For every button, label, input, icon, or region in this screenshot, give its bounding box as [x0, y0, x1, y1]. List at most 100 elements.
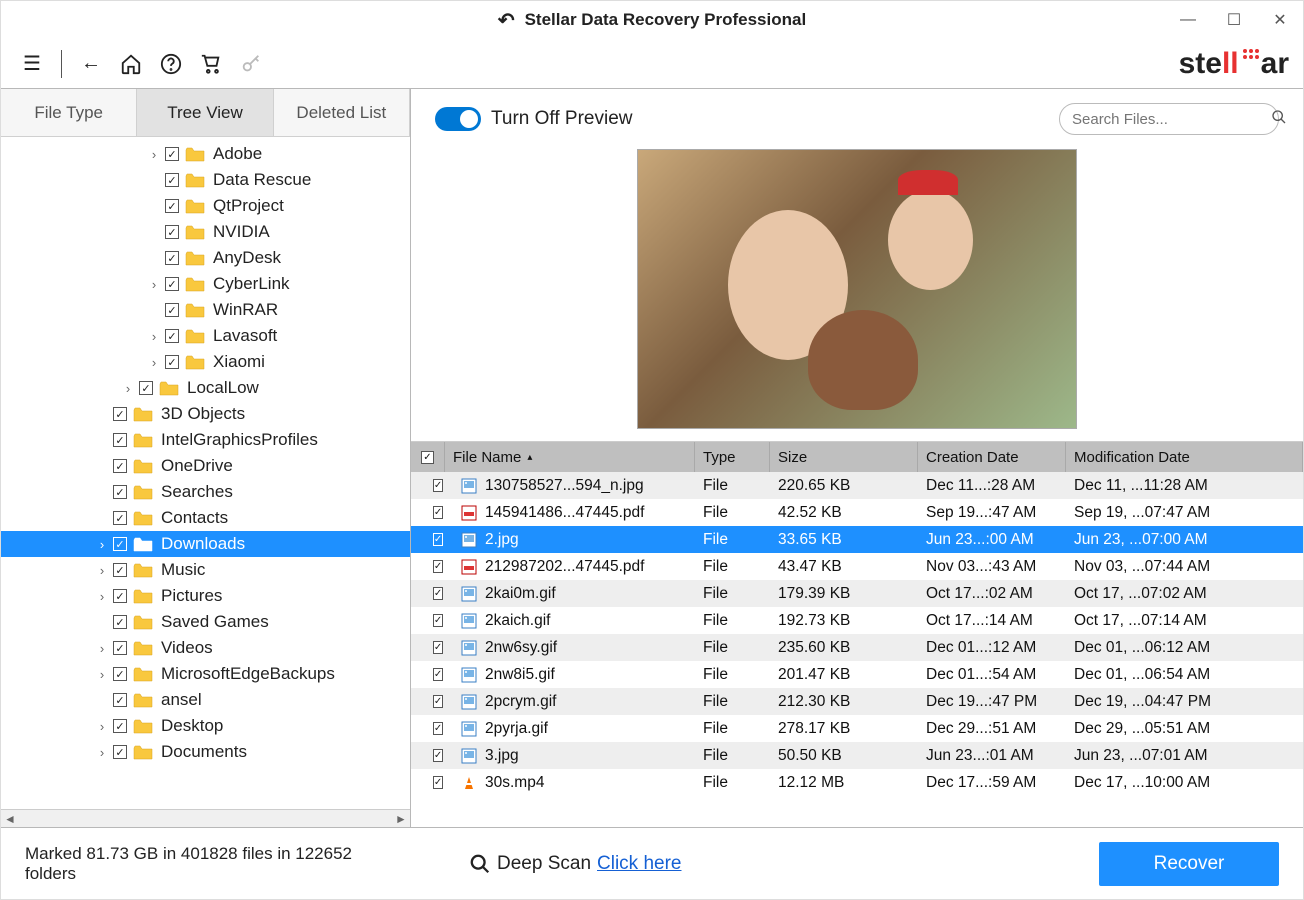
undo-icon[interactable]: ↶: [498, 8, 515, 33]
file-checkbox[interactable]: ✓: [433, 479, 443, 492]
file-row[interactable]: ✓2kaich.gifFile192.73 KBOct 17...:14 AMO…: [411, 607, 1303, 634]
horizontal-scrollbar[interactable]: ◄►: [1, 809, 410, 827]
tree-checkbox[interactable]: ✓: [139, 381, 153, 395]
tree-item[interactable]: ›✓MicrosoftEdgeBackups: [1, 661, 410, 687]
col-size[interactable]: Size: [770, 442, 918, 472]
chevron-right-icon[interactable]: ›: [95, 667, 109, 682]
tree-checkbox[interactable]: ✓: [113, 693, 127, 707]
tab-deleted-list[interactable]: Deleted List: [274, 89, 410, 136]
file-checkbox[interactable]: ✓: [433, 668, 443, 681]
file-row[interactable]: ✓145941486...47445.pdfFile42.52 KBSep 19…: [411, 499, 1303, 526]
file-row[interactable]: ✓2nw6sy.gifFile235.60 KBDec 01...:12 AMD…: [411, 634, 1303, 661]
file-row[interactable]: ✓2.jpgFile33.65 KBJun 23...:00 AMJun 23,…: [411, 526, 1303, 553]
tree-item[interactable]: ›✓Desktop: [1, 713, 410, 739]
chevron-right-icon[interactable]: ›: [95, 745, 109, 760]
tree-item[interactable]: ›✓Adobe: [1, 141, 410, 167]
tree-checkbox[interactable]: ✓: [113, 667, 127, 681]
tree-checkbox[interactable]: ✓: [113, 433, 127, 447]
chevron-right-icon[interactable]: ›: [95, 537, 109, 552]
tree-checkbox[interactable]: ✓: [113, 563, 127, 577]
tree-checkbox[interactable]: ✓: [113, 511, 127, 525]
key-button[interactable]: [234, 47, 268, 81]
file-row[interactable]: ✓2pcrym.gifFile212.30 KBDec 19...:47 PMD…: [411, 688, 1303, 715]
tree-checkbox[interactable]: ✓: [113, 589, 127, 603]
file-row[interactable]: ✓30s.mp4File12.12 MBDec 17...:59 AMDec 1…: [411, 769, 1303, 796]
select-all-checkbox[interactable]: ✓: [421, 451, 434, 464]
close-button[interactable]: ✕: [1257, 1, 1303, 39]
tree-item[interactable]: ✓Contacts: [1, 505, 410, 531]
file-checkbox[interactable]: ✓: [433, 722, 443, 735]
chevron-right-icon[interactable]: ›: [147, 329, 161, 344]
col-mdate[interactable]: Modification Date: [1066, 442, 1303, 472]
chevron-right-icon[interactable]: ›: [121, 381, 135, 396]
file-checkbox[interactable]: ✓: [433, 560, 443, 573]
back-button[interactable]: ←: [74, 47, 108, 81]
tree-checkbox[interactable]: ✓: [165, 251, 179, 265]
cart-button[interactable]: [194, 47, 228, 81]
file-checkbox[interactable]: ✓: [433, 533, 443, 546]
tree-item[interactable]: ✓ansel: [1, 687, 410, 713]
folder-tree[interactable]: ›✓Adobe✓Data Rescue✓QtProject✓NVIDIA✓Any…: [1, 137, 410, 809]
tree-item[interactable]: ✓3D Objects: [1, 401, 410, 427]
tree-item[interactable]: ›✓Xiaomi: [1, 349, 410, 375]
tree-item[interactable]: ✓Saved Games: [1, 609, 410, 635]
tree-item[interactable]: ✓AnyDesk: [1, 245, 410, 271]
tree-item[interactable]: ✓Data Rescue: [1, 167, 410, 193]
tree-checkbox[interactable]: ✓: [165, 225, 179, 239]
tree-checkbox[interactable]: ✓: [113, 459, 127, 473]
tree-checkbox[interactable]: ✓: [165, 303, 179, 317]
file-row[interactable]: ✓212987202...47445.pdfFile43.47 KBNov 03…: [411, 553, 1303, 580]
preview-toggle[interactable]: [435, 107, 481, 131]
chevron-right-icon[interactable]: ›: [95, 641, 109, 656]
file-checkbox[interactable]: ✓: [433, 749, 443, 762]
tree-item[interactable]: ›✓Downloads: [1, 531, 410, 557]
home-button[interactable]: [114, 47, 148, 81]
tree-checkbox[interactable]: ✓: [113, 615, 127, 629]
tree-checkbox[interactable]: ✓: [165, 329, 179, 343]
tree-item[interactable]: ✓Searches: [1, 479, 410, 505]
tree-checkbox[interactable]: ✓: [165, 173, 179, 187]
tree-checkbox[interactable]: ✓: [165, 199, 179, 213]
tree-item[interactable]: ✓NVIDIA: [1, 219, 410, 245]
file-list[interactable]: ✓ File Name▴ Type Size Creation Date Mod…: [411, 441, 1303, 827]
file-checkbox[interactable]: ✓: [433, 695, 443, 708]
tree-item[interactable]: ›✓Videos: [1, 635, 410, 661]
tree-checkbox[interactable]: ✓: [113, 537, 127, 551]
tree-checkbox[interactable]: ✓: [113, 407, 127, 421]
tree-item[interactable]: ›✓Lavasoft: [1, 323, 410, 349]
chevron-right-icon[interactable]: ›: [147, 355, 161, 370]
tree-item[interactable]: ✓QtProject: [1, 193, 410, 219]
tree-item[interactable]: ›✓LocalLow: [1, 375, 410, 401]
chevron-right-icon[interactable]: ›: [147, 277, 161, 292]
tree-checkbox[interactable]: ✓: [113, 745, 127, 759]
menu-button[interactable]: ☰: [15, 47, 49, 81]
file-checkbox[interactable]: ✓: [433, 587, 443, 600]
tree-item[interactable]: ›✓Music: [1, 557, 410, 583]
file-row[interactable]: ✓2kai0m.gifFile179.39 KBOct 17...:02 AMO…: [411, 580, 1303, 607]
file-row[interactable]: ✓130758527...594_n.jpgFile220.65 KBDec 1…: [411, 472, 1303, 499]
col-cdate[interactable]: Creation Date: [918, 442, 1066, 472]
file-list-header[interactable]: ✓ File Name▴ Type Size Creation Date Mod…: [411, 442, 1303, 472]
file-row[interactable]: ✓3.jpgFile50.50 KBJun 23...:01 AMJun 23,…: [411, 742, 1303, 769]
deep-scan-link[interactable]: Click here: [597, 853, 681, 875]
search-field[interactable]: [1059, 103, 1279, 135]
chevron-right-icon[interactable]: ›: [95, 719, 109, 734]
recover-button[interactable]: Recover: [1099, 842, 1279, 886]
tree-item[interactable]: ✓WinRAR: [1, 297, 410, 323]
file-checkbox[interactable]: ✓: [433, 641, 443, 654]
col-filename[interactable]: File Name▴: [445, 442, 695, 472]
chevron-right-icon[interactable]: ›: [95, 563, 109, 578]
search-input[interactable]: [1072, 111, 1271, 128]
chevron-right-icon[interactable]: ›: [95, 589, 109, 604]
tree-checkbox[interactable]: ✓: [113, 485, 127, 499]
tree-item[interactable]: ✓OneDrive: [1, 453, 410, 479]
maximize-button[interactable]: ☐: [1211, 1, 1257, 39]
tree-checkbox[interactable]: ✓: [113, 719, 127, 733]
col-type[interactable]: Type: [695, 442, 770, 472]
tree-item[interactable]: ›✓Pictures: [1, 583, 410, 609]
tree-checkbox[interactable]: ✓: [165, 147, 179, 161]
tab-file-type[interactable]: File Type: [1, 89, 137, 136]
help-button[interactable]: [154, 47, 188, 81]
tree-checkbox[interactable]: ✓: [165, 277, 179, 291]
file-checkbox[interactable]: ✓: [433, 776, 443, 789]
